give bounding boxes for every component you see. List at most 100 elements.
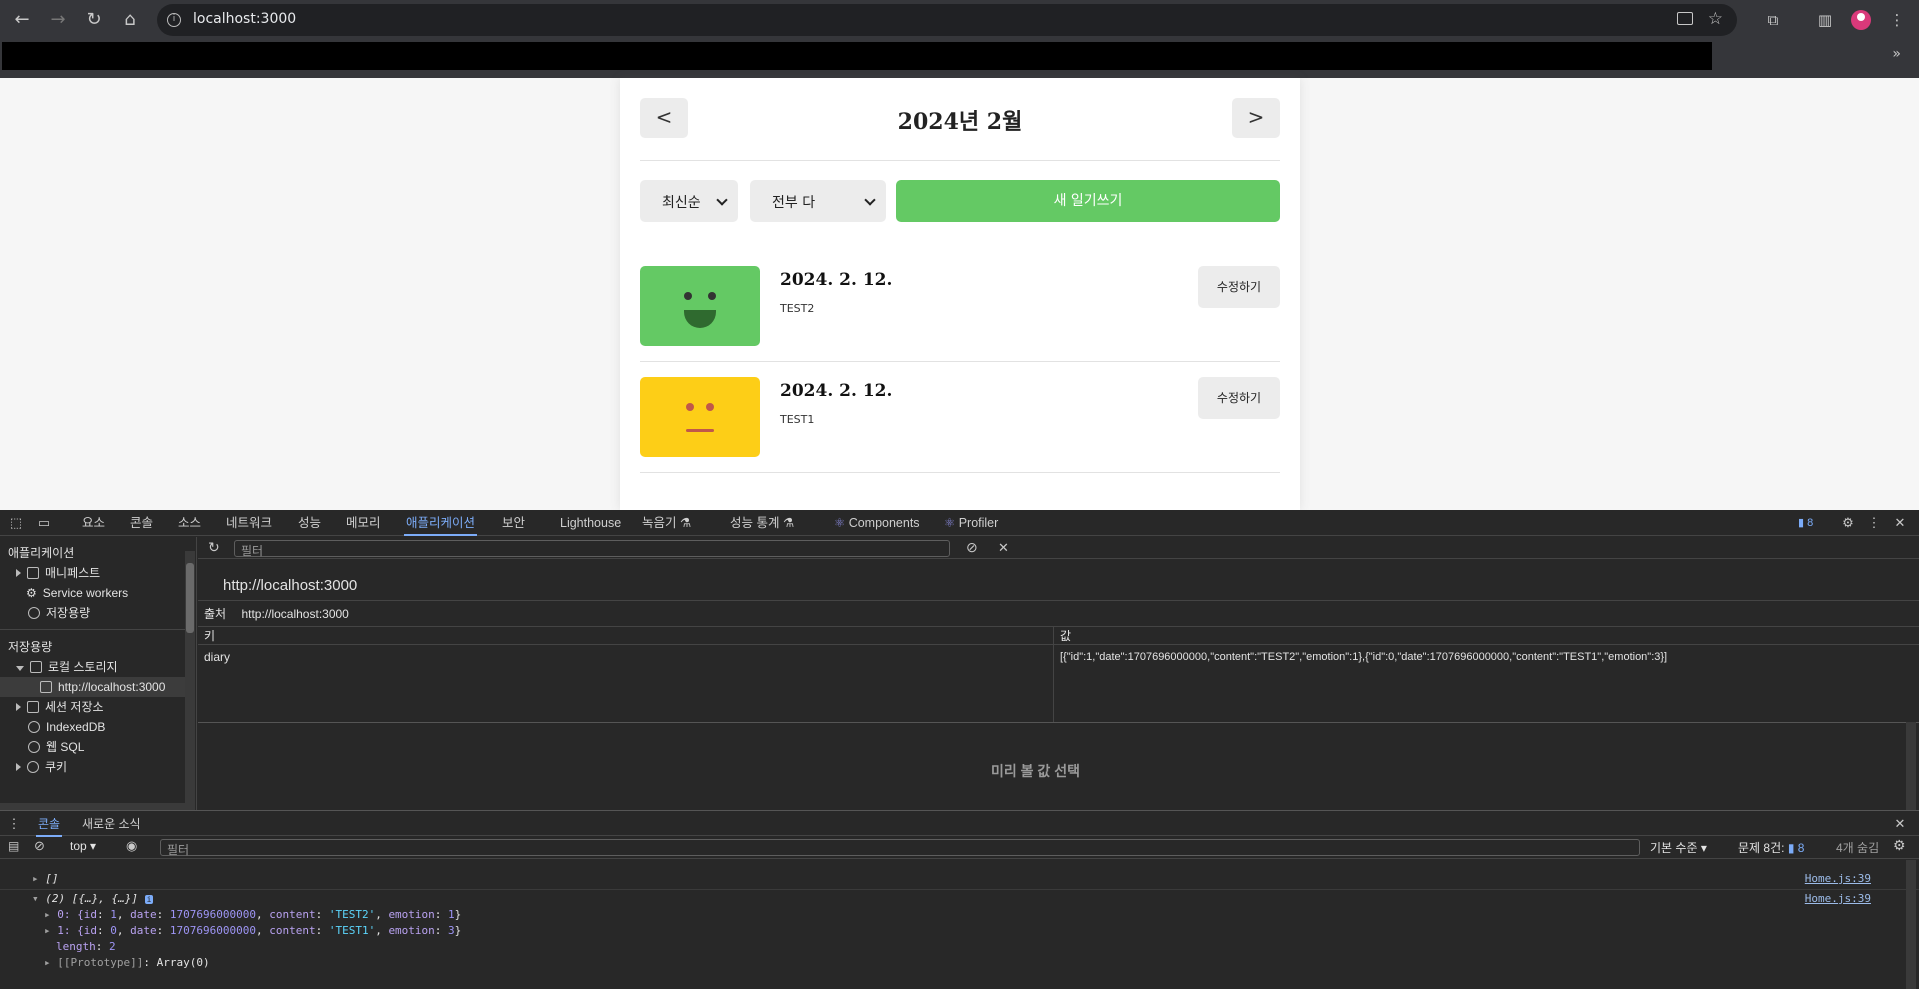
edit-button[interactable]: 수정하기 xyxy=(1198,266,1280,308)
sidebar-scrollbar-thumb[interactable] xyxy=(186,563,194,633)
drawer-tab-console[interactable]: 콘솔 xyxy=(36,811,63,837)
diary-date[interactable]: 2024. 2. 12. xyxy=(780,270,892,290)
close-devtools-icon[interactable]: ✕ xyxy=(1892,515,1908,531)
drawer-tab-whats-new[interactable]: 새로운 소식 xyxy=(80,811,143,837)
sidebar-item-storage[interactable]: 저장용량 xyxy=(28,603,90,623)
diary-content[interactable]: TEST1 xyxy=(780,413,814,426)
clear-all-icon[interactable]: ⊘ xyxy=(966,539,978,556)
install-app-icon[interactable] xyxy=(1677,12,1693,25)
extensions-icon[interactable]: ⧉ xyxy=(1761,8,1785,32)
diary-item[interactable]: 2024. 2. 12. TEST2 수정하기 xyxy=(640,252,1280,362)
sidebar-item-session-storage[interactable]: 세션 저장소 xyxy=(16,697,104,717)
clear-console-icon[interactable]: ⊘ xyxy=(34,838,45,854)
item1-date: 1707696000000 xyxy=(169,924,256,937)
emotion-neutral-icon[interactable] xyxy=(640,377,760,457)
issues-badge[interactable]: ▮ 8 xyxy=(1798,516,1813,529)
item1-id: 0 xyxy=(110,924,117,937)
diary-item[interactable]: 2024. 2. 12. TEST1 수정하기 xyxy=(640,363,1280,473)
side-panel-icon[interactable]: ▥ xyxy=(1813,8,1837,32)
devtools-menu-icon[interactable]: ⋮ xyxy=(1866,515,1882,531)
delete-selected-icon[interactable]: ✕ xyxy=(998,540,1009,556)
value-preview: 미리 볼 값 선택 xyxy=(198,722,1919,819)
sidebar-item-label: IndexedDB xyxy=(46,720,106,734)
diary-content[interactable]: TEST2 xyxy=(780,302,814,315)
hidden-count: 4개 숨김 xyxy=(1836,841,1880,855)
row-key[interactable]: diary xyxy=(204,647,230,667)
log-empty-array: [] xyxy=(45,872,59,885)
tab-perf-insights[interactable]: 성능 통계 ⚗ xyxy=(728,510,796,536)
sort-select[interactable]: 최신순 xyxy=(640,180,738,222)
log-array-head: (2) [{…}, {…}] xyxy=(45,892,138,905)
context-select[interactable]: top ▾ xyxy=(70,839,96,853)
column-header-key[interactable]: 키 xyxy=(204,627,215,645)
forward-icon[interactable]: → xyxy=(46,8,70,32)
new-diary-button[interactable]: 새 일기쓰기 xyxy=(896,180,1280,222)
storage-filter-input[interactable]: 필터 xyxy=(234,540,950,558)
console-message[interactable]: ▸ [] Home.js:39 xyxy=(0,870,1919,888)
tab-recorder[interactable]: 녹음기 ⚗ xyxy=(640,510,693,536)
sidebar-item-indexeddb[interactable]: IndexedDB xyxy=(28,717,105,737)
issues-link-count: 8 xyxy=(1797,841,1805,855)
devtools-panel: ⬚ ▭ 요소 콘솔 소스 네트워크 성능 메모리 애플리케이션 보안 Light… xyxy=(0,510,1919,989)
console-filter-input[interactable]: 필터 xyxy=(160,839,1640,857)
tab-memory[interactable]: 메모리 xyxy=(344,510,383,536)
device-toggle-icon[interactable]: ▭ xyxy=(36,515,52,531)
bookmarks-more-icon[interactable]: » xyxy=(1892,46,1901,62)
address-url[interactable]: localhost:3000 xyxy=(193,11,296,27)
bookmark-star-icon[interactable]: ☆ xyxy=(1708,9,1723,29)
next-month-button[interactable]: > xyxy=(1232,98,1280,138)
sidebar-item-manifest[interactable]: 매니페스트 xyxy=(16,563,100,583)
reload-icon[interactable]: ↻ xyxy=(82,8,106,32)
close-drawer-icon[interactable]: ✕ xyxy=(1892,816,1908,832)
log-level-select[interactable]: 기본 수준 ▾ xyxy=(1650,839,1707,856)
column-header-value[interactable]: 값 xyxy=(1060,627,1071,645)
profile-avatar[interactable] xyxy=(1851,10,1871,30)
prev-month-button[interactable]: < xyxy=(640,98,688,138)
tab-components-label: Components xyxy=(848,516,920,530)
row-value[interactable]: [{"id":1,"date":1707696000000,"content":… xyxy=(1060,647,1667,667)
sidebar-item-local-storage[interactable]: 로컬 스토리지 xyxy=(16,657,118,677)
back-icon[interactable]: ← xyxy=(10,8,34,32)
settings-gear-icon[interactable]: ⚙ xyxy=(1840,515,1856,531)
emotion-filter-select[interactable]: 전부 다 xyxy=(750,180,886,222)
sidebar-item-cookies[interactable]: 쿠키 xyxy=(16,757,67,777)
diary-date[interactable]: 2024. 2. 12. xyxy=(780,381,892,401)
tab-application[interactable]: 애플리케이션 xyxy=(404,510,478,536)
emotion-happy-icon[interactable] xyxy=(640,266,760,346)
tab-sources[interactable]: 소스 xyxy=(176,510,203,536)
database-icon xyxy=(28,607,40,619)
sidebar-item-websql[interactable]: 웹 SQL xyxy=(28,737,84,757)
tab-console[interactable]: 콘솔 xyxy=(128,510,155,536)
tab-profiler[interactable]: ⚛ Profiler xyxy=(942,510,1000,536)
home-icon[interactable]: ⌂ xyxy=(118,8,142,32)
database-icon xyxy=(28,741,40,753)
address-bar[interactable]: i localhost:3000 ☆ xyxy=(157,4,1737,36)
storage-filter-row: ↻ 필터 ⊘ ✕ xyxy=(198,537,1919,559)
issues-link[interactable]: 문제 8건: ▮ 8 xyxy=(1738,839,1804,856)
sidebar-item-label: 매니페스트 xyxy=(45,566,101,580)
tab-performance[interactable]: 성능 xyxy=(296,510,323,536)
menu-kebab-icon[interactable]: ⋮ xyxy=(1885,8,1909,32)
proto-label: [[Prototype]] xyxy=(57,956,144,969)
length-label: length xyxy=(56,940,96,953)
console-scrollbar[interactable] xyxy=(1906,860,1916,989)
tab-network[interactable]: 네트워크 xyxy=(224,510,274,536)
refresh-icon[interactable]: ↻ xyxy=(208,539,220,556)
sidebar-item-service-workers[interactable]: ⚙ Service workers xyxy=(26,583,128,603)
drawer-menu-icon[interactable]: ⋮ xyxy=(6,816,22,832)
console-prototype[interactable]: ▸ [[Prototype]]: Array(0) xyxy=(0,954,1919,972)
preview-scrollbar[interactable] xyxy=(1906,722,1916,819)
sidebar-item-local-origin[interactable]: http://localhost:3000 xyxy=(0,677,185,697)
site-info-icon[interactable]: i xyxy=(167,13,181,27)
tab-security[interactable]: 보안 xyxy=(500,510,527,536)
source-link[interactable]: Home.js:39 xyxy=(1805,870,1871,888)
tab-elements[interactable]: 요소 xyxy=(80,510,107,536)
sidebar-toggle-icon[interactable]: ▤ xyxy=(8,839,19,853)
bookmarks-bar: » xyxy=(0,40,1919,78)
console-settings-icon[interactable]: ⚙ xyxy=(1893,837,1906,854)
edit-button[interactable]: 수정하기 xyxy=(1198,377,1280,419)
tab-lighthouse[interactable]: Lighthouse xyxy=(558,510,623,536)
tab-components[interactable]: ⚛ Components xyxy=(832,510,922,536)
inspect-icon[interactable]: ⬚ xyxy=(8,515,24,531)
live-expression-eye-icon[interactable]: ◉ xyxy=(126,838,137,854)
